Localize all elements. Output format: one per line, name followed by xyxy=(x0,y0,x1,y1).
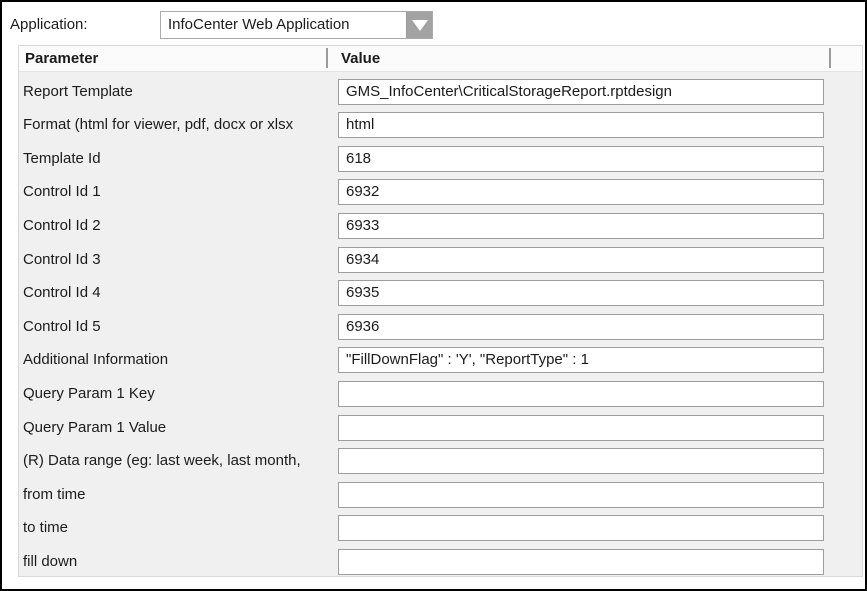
value-input[interactable] xyxy=(338,179,824,205)
parameter-label: from time xyxy=(23,485,86,504)
column-header-parameter: Parameter xyxy=(25,49,98,68)
parameter-label: Query Param 1 Value xyxy=(23,418,166,437)
value-input[interactable] xyxy=(338,482,824,508)
application-dropdown[interactable]: InfoCenter Web Application xyxy=(160,11,433,39)
parameter-table: Parameter Value Report Template Format (… xyxy=(18,45,863,577)
value-input[interactable] xyxy=(338,112,824,138)
value-input[interactable] xyxy=(338,415,824,441)
column-header-value: Value xyxy=(341,49,380,68)
parameter-label: (R) Data range (eg: last week, last mont… xyxy=(23,451,301,470)
parameter-label: Control Id 3 xyxy=(23,250,101,269)
table-row: Query Param 1 Value xyxy=(19,408,862,442)
parameter-label: Control Id 4 xyxy=(23,283,101,302)
parameter-label: Control Id 1 xyxy=(23,182,101,201)
application-dropdown-value: InfoCenter Web Application xyxy=(161,12,406,38)
column-resize-handle[interactable] xyxy=(326,48,328,68)
table-row: to time xyxy=(19,509,862,543)
parameter-label: Report Template xyxy=(23,82,133,101)
parameter-label: Control Id 5 xyxy=(23,317,101,336)
table-row: Control Id 1 xyxy=(19,173,862,207)
value-input[interactable] xyxy=(338,448,824,474)
value-input[interactable] xyxy=(338,381,824,407)
value-input[interactable] xyxy=(338,515,824,541)
table-row: Query Param 1 Key xyxy=(19,374,862,408)
chevron-down-icon xyxy=(412,20,428,31)
table-row: Control Id 4 xyxy=(19,274,862,308)
value-input[interactable] xyxy=(338,549,824,575)
value-input[interactable] xyxy=(338,213,824,239)
column-resize-handle[interactable] xyxy=(829,48,831,68)
parameter-label: Control Id 2 xyxy=(23,216,101,235)
parameter-label: Format (html for viewer, pdf, docx or xl… xyxy=(23,115,293,134)
table-row: Format (html for viewer, pdf, docx or xl… xyxy=(19,106,862,140)
table-row: fill down xyxy=(19,542,862,576)
table-row: Control Id 2 xyxy=(19,206,862,240)
table-row: Control Id 3 xyxy=(19,240,862,274)
table-row: Template Id xyxy=(19,139,862,173)
parameter-label: Template Id xyxy=(23,149,101,168)
table-row: Control Id 5 xyxy=(19,307,862,341)
value-input[interactable] xyxy=(338,347,824,373)
table-row: Additional Information xyxy=(19,341,862,375)
parameter-table-header: Parameter Value xyxy=(19,46,862,72)
value-input[interactable] xyxy=(338,280,824,306)
value-input[interactable] xyxy=(338,247,824,273)
parameter-label: fill down xyxy=(23,552,77,571)
value-input[interactable] xyxy=(338,314,824,340)
application-label: Application: xyxy=(10,15,88,34)
parameter-label: to time xyxy=(23,518,68,537)
value-input[interactable] xyxy=(338,146,824,172)
parameter-editor-window: Application: InfoCenter Web Application … xyxy=(0,0,867,591)
table-row: (R) Data range (eg: last week, last mont… xyxy=(19,442,862,476)
table-row: from time xyxy=(19,475,862,509)
parameter-label: Query Param 1 Key xyxy=(23,384,155,403)
value-input[interactable] xyxy=(338,79,824,105)
parameter-table-body: Report Template Format (html for viewer,… xyxy=(19,72,862,576)
dropdown-open-button[interactable] xyxy=(406,12,432,38)
table-row: Report Template xyxy=(19,72,862,106)
parameter-label: Additional Information xyxy=(23,350,168,369)
